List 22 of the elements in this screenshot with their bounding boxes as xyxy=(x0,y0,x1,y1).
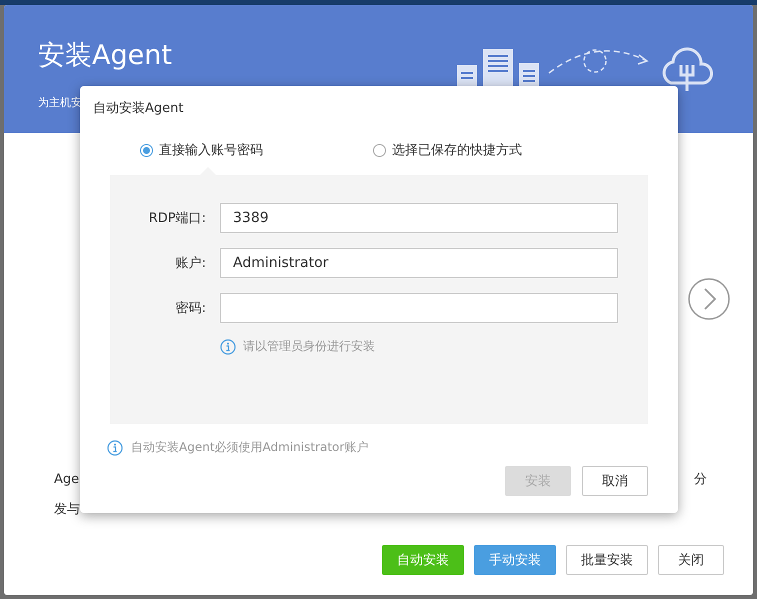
mode-radio-option[interactable]: 选择已保存的快捷方式 xyxy=(373,141,522,159)
input-field[interactable]: 3389 xyxy=(220,203,618,233)
field-label: 账户: xyxy=(174,255,207,272)
field-label: 密码: xyxy=(174,300,207,317)
description-text: Age xyxy=(54,471,80,489)
mode-radio-option[interactable]: 直接输入账号密码 xyxy=(140,141,263,159)
modal-title: 安装Agent xyxy=(38,39,172,73)
input-field[interactable]: Administrator xyxy=(220,248,618,278)
dialog-title: 自动安装Agent xyxy=(93,100,184,117)
hint-text: 请以管理员身份进行安装 xyxy=(243,338,375,355)
description-text: 分 xyxy=(694,471,707,489)
note-text: 自动安装Agent必须使用Administrator账户 xyxy=(131,439,368,456)
input-field[interactable] xyxy=(220,293,618,323)
field-label: RDP端口: xyxy=(148,210,207,227)
radio-button[interactable] xyxy=(373,144,386,156)
info-icon xyxy=(107,440,123,456)
description-text: 发与 xyxy=(54,501,80,519)
footer-button[interactable]: 关闭 xyxy=(658,545,724,575)
radio-button[interactable] xyxy=(140,144,153,156)
footer-button[interactable]: 批量安装 xyxy=(566,545,648,575)
info-icon xyxy=(220,338,236,354)
dialog-button[interactable]: 取消 xyxy=(582,466,648,496)
